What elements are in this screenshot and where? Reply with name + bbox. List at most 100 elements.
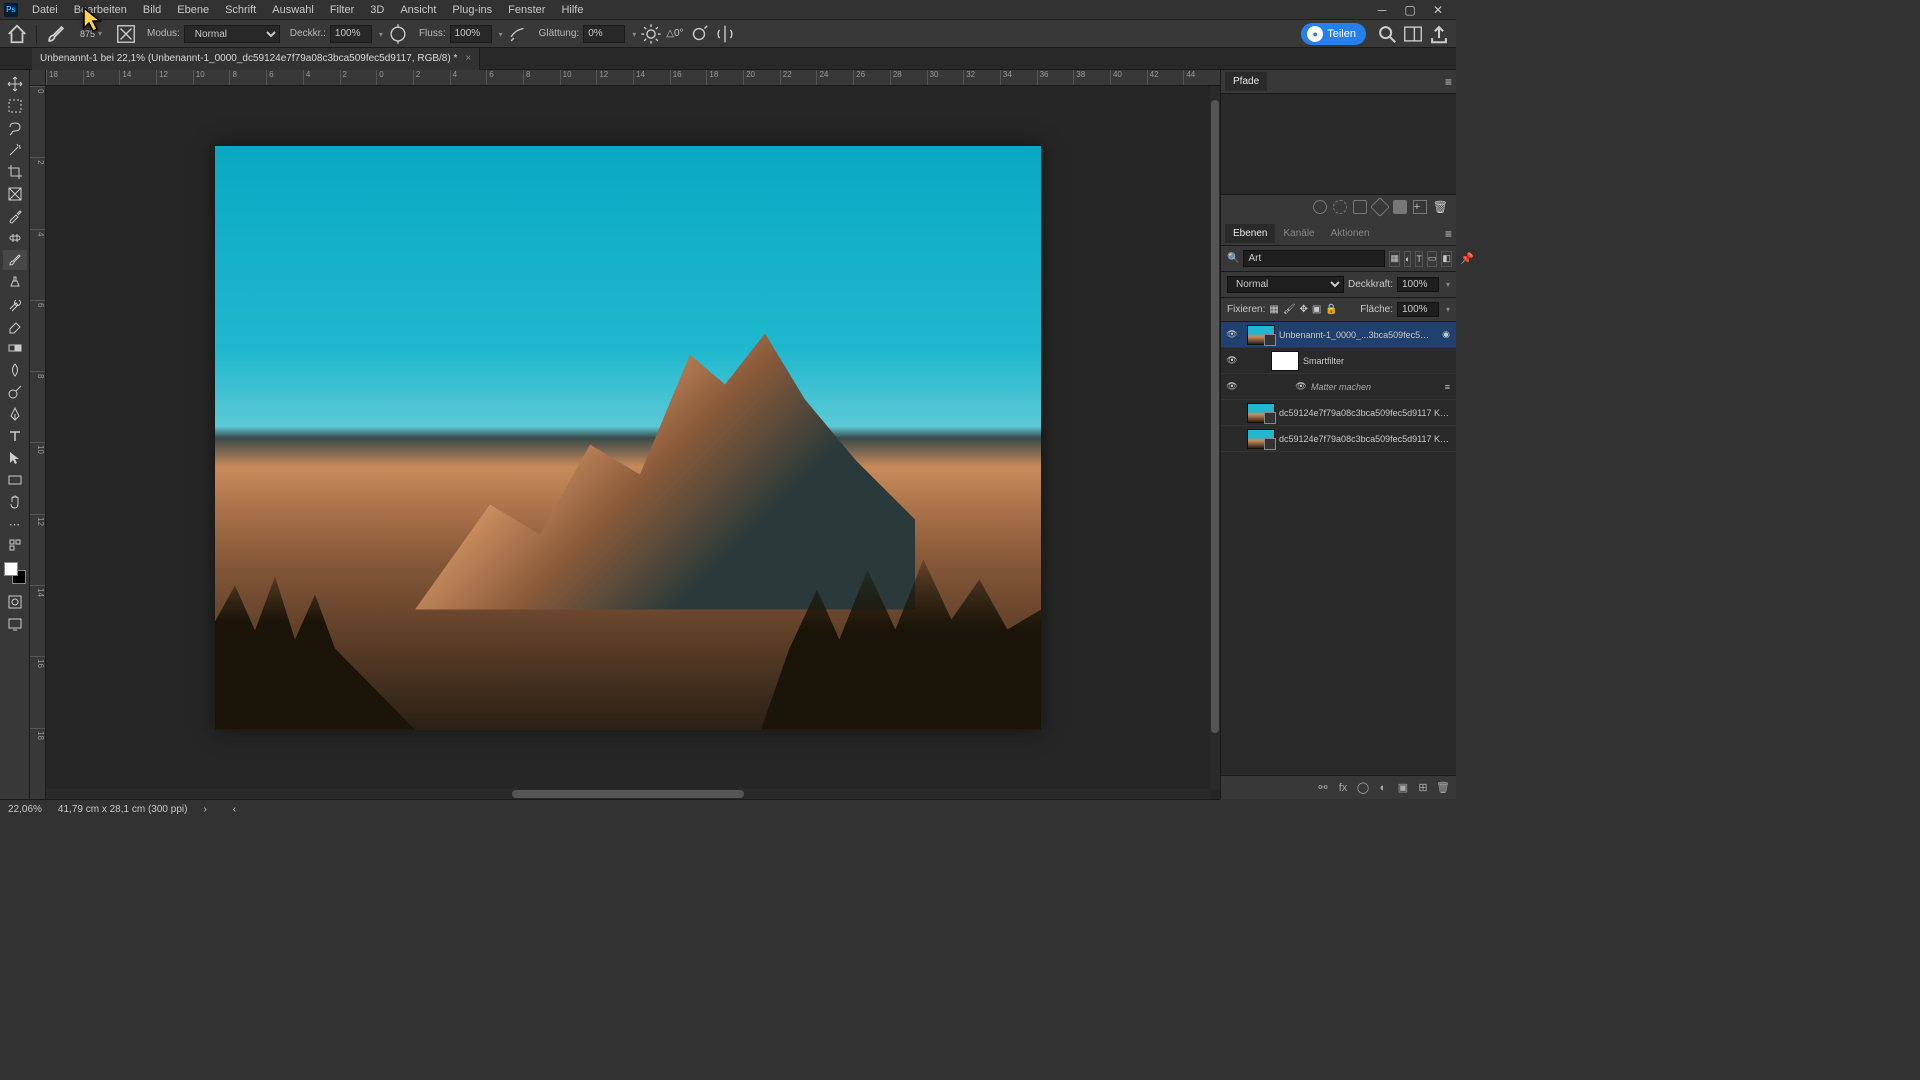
lock-pixels-icon[interactable]: 🖌 [1283, 304, 1296, 315]
flow-input[interactable] [450, 25, 492, 43]
dodge-tool[interactable] [3, 382, 27, 402]
layer-name[interactable]: Unbenannt-1_0000_...3bca509fec5d9117 [1279, 330, 1436, 340]
mask-path-icon[interactable] [1393, 200, 1407, 214]
blur-tool[interactable] [3, 360, 27, 380]
canvas-image[interactable] [215, 146, 1041, 730]
pressure-opacity-icon[interactable] [387, 23, 409, 45]
filter-shape-icon[interactable]: ▭ [1427, 251, 1438, 267]
layers-list[interactable]: 👁 Unbenannt-1_0000_...3bca509fec5d9117◉ 👁 S… [1221, 322, 1456, 775]
airbrush-icon[interactable] [507, 23, 529, 45]
pressure-size-icon[interactable] [688, 23, 710, 45]
more-tools[interactable]: ⋯ [3, 514, 27, 534]
menu-3d[interactable]: 3D [362, 2, 392, 18]
symmetry-icon[interactable] [714, 23, 736, 45]
layer-mask-icon[interactable]: ◯ [1356, 781, 1370, 795]
crop-tool[interactable] [3, 162, 27, 182]
new-layer-icon[interactable]: ⊞ [1416, 781, 1430, 795]
share-button[interactable]: ●Teilen [1301, 23, 1366, 45]
opacity-input[interactable] [330, 25, 372, 43]
zoom-level[interactable]: 22,06% [8, 804, 42, 815]
hand-tool[interactable] [3, 492, 27, 512]
layer-thumbnail[interactable] [1247, 325, 1275, 345]
path-to-selection-icon[interactable] [1353, 200, 1367, 214]
menu-schrift[interactable]: Schrift [217, 2, 264, 18]
window-maximize-button[interactable]: ▢ [1396, 1, 1424, 19]
clone-stamp-tool[interactable] [3, 272, 27, 292]
menu-bild[interactable]: Bild [135, 2, 169, 18]
stroke-path-icon[interactable] [1333, 200, 1347, 214]
visibility-toggle-icon[interactable]: 👁 [1221, 381, 1243, 392]
lock-all-icon[interactable]: 🔒 [1325, 304, 1337, 315]
magic-wand-tool[interactable] [3, 140, 27, 160]
tab-channels[interactable]: Kanäle [1275, 224, 1322, 243]
rectangle-tool[interactable] [3, 470, 27, 490]
chevron-right-icon[interactable]: › [203, 804, 206, 815]
screen-mode-tool[interactable] [3, 614, 27, 634]
layer-thumbnail[interactable] [1247, 403, 1275, 423]
panel-menu-icon[interactable]: ≡ [1445, 75, 1452, 89]
adjustment-layer-icon[interactable]: ◐ [1376, 781, 1390, 795]
eraser-tool[interactable] [3, 316, 27, 336]
layer-row[interactable]: dc59124e7f79a08c3bca509fec5d9117 Kopie 2 [1221, 426, 1456, 452]
menu-datei[interactable]: Datei [24, 2, 66, 18]
layer-fill-dropdown[interactable] [1443, 304, 1450, 315]
effect-visibility-icon[interactable]: 👁 [1291, 381, 1311, 392]
export-icon[interactable] [1428, 23, 1450, 45]
brush-preset-picker[interactable]: 875 [71, 23, 111, 45]
tab-layers[interactable]: Ebenen [1225, 224, 1275, 243]
opacity-dropdown[interactable] [376, 28, 383, 40]
history-brush-tool[interactable] [3, 294, 27, 314]
layer-opacity-dropdown[interactable] [1443, 279, 1450, 290]
menu-fenster[interactable]: Fenster [500, 2, 553, 18]
layer-filter-input[interactable] [1243, 250, 1385, 267]
layer-row[interactable]: 👁👁Matter machen≡ [1221, 374, 1456, 400]
horizontal-ruler[interactable]: 1816141210864202468101214161820222426283… [46, 70, 1220, 86]
search-icon[interactable] [1376, 23, 1398, 45]
filter-pixel-icon[interactable]: ▦ [1389, 251, 1400, 267]
path-selection-tool[interactable] [3, 448, 27, 468]
chevron-left-icon[interactable]: ‹ [233, 804, 236, 815]
panel-menu-icon[interactable]: ≡ [1445, 227, 1452, 241]
move-tool[interactable] [3, 74, 27, 94]
brush-panel-toggle-icon[interactable] [115, 23, 137, 45]
effect-edit-icon[interactable]: ≡ [1439, 382, 1456, 392]
quick-mask-tool[interactable] [3, 592, 27, 612]
document-tab[interactable]: Unbenannt-1 bei 22,1% (Unbenannt-1_0000_… [32, 48, 480, 70]
filter-adjust-icon[interactable]: ◐ [1404, 251, 1411, 267]
brush-tool-icon[interactable] [45, 23, 67, 45]
layer-name[interactable]: dc59124e7f79a08c3bca509fec5d9117 Kopie 3 [1279, 408, 1456, 418]
layer-style-icon[interactable]: fx [1336, 781, 1350, 795]
path-shape-icon[interactable] [1370, 197, 1390, 217]
layer-row[interactable]: 👁 Unbenannt-1_0000_...3bca509fec5d9117◉ [1221, 322, 1456, 348]
smoothing-input[interactable] [583, 25, 625, 43]
home-icon[interactable] [6, 23, 28, 45]
delete-path-icon[interactable]: 🗑 [1433, 200, 1448, 214]
edit-toolbar[interactable] [3, 536, 27, 556]
layer-group-icon[interactable]: ▣ [1396, 781, 1410, 795]
visibility-toggle-icon[interactable]: 👁 [1221, 329, 1243, 340]
layer-thumbnail[interactable] [1247, 429, 1275, 449]
layer-name[interactable]: Matter machen [1311, 382, 1439, 392]
ruler-origin[interactable] [30, 70, 46, 86]
horizontal-scrollbar[interactable] [46, 789, 1210, 799]
layer-name[interactable]: Smartfilter [1303, 356, 1456, 366]
menu-plugins[interactable]: Plug-ins [444, 2, 500, 18]
pen-tool[interactable] [3, 404, 27, 424]
menu-ansicht[interactable]: Ansicht [392, 2, 444, 18]
canvas-viewport[interactable] [46, 86, 1210, 789]
link-layers-icon[interactable]: ⚯ [1316, 781, 1330, 795]
menu-hilfe[interactable]: Hilfe [553, 2, 591, 18]
tab-paths[interactable]: Pfade [1225, 72, 1267, 91]
layer-blend-select[interactable]: Normal [1227, 276, 1344, 293]
brush-tool[interactable] [3, 250, 27, 270]
scrollbar-thumb[interactable] [512, 790, 745, 798]
tab-actions[interactable]: Aktionen [1323, 224, 1378, 243]
vertical-scrollbar[interactable] [1210, 86, 1220, 789]
filter-badge-icon[interactable]: ◉ [1436, 329, 1456, 340]
close-icon[interactable]: × [465, 53, 471, 64]
layer-fill-input[interactable] [1397, 302, 1439, 317]
smoothing-options-icon[interactable] [640, 23, 662, 45]
marquee-tool[interactable] [3, 96, 27, 116]
layer-name[interactable]: dc59124e7f79a08c3bca509fec5d9117 Kopie 2 [1279, 434, 1456, 444]
document-info[interactable]: 41,79 cm x 28,1 cm (300 ppi) [58, 804, 188, 815]
